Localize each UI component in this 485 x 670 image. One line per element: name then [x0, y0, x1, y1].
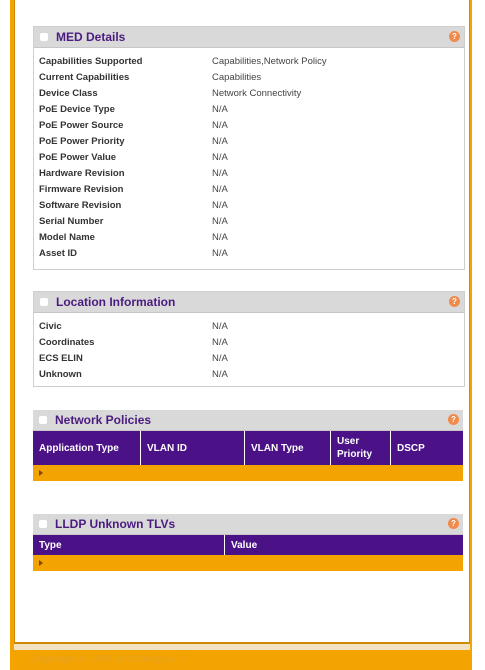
- kv-value: N/A: [212, 353, 228, 364]
- lldp-unknown-table-header: Type Value: [33, 535, 463, 555]
- kv-row: Civic N/A: [34, 319, 464, 335]
- help-icon[interactable]: ?: [449, 296, 460, 307]
- kv-row: ECS ELIN N/A: [34, 351, 464, 367]
- table-row-expand[interactable]: [33, 465, 463, 481]
- lldp-unknown-tlvs-section: LLDP Unknown TLVs ? Type Value: [33, 514, 463, 576]
- kv-label: PoE Power Priority: [39, 136, 125, 147]
- kv-row: Capabilities Supported Capabilities,Netwo…: [34, 54, 464, 70]
- column-header-user-priority[interactable]: User Priority: [331, 431, 391, 465]
- copyright-text: Copyright © 1996-2010 Netgear ®: [30, 654, 189, 665]
- column-header-value[interactable]: Value: [225, 535, 463, 555]
- expand-arrow-icon[interactable]: [39, 470, 43, 476]
- kv-row: Current Capabilities Capabilities: [34, 70, 464, 86]
- kv-value: N/A: [212, 248, 228, 259]
- kv-value: N/A: [212, 104, 228, 115]
- kv-value: N/A: [212, 136, 228, 147]
- help-icon[interactable]: ?: [448, 414, 459, 425]
- network-policies-table-header: Application Type VLAN ID VLAN Type User …: [33, 431, 463, 465]
- med-details-title: MED Details: [56, 30, 126, 44]
- kv-label: ECS ELIN: [39, 353, 83, 364]
- expand-arrow-icon[interactable]: [39, 560, 43, 566]
- column-header-dscp[interactable]: DSCP: [391, 431, 463, 465]
- kv-label: Hardware Revision: [39, 168, 125, 179]
- kv-row: Asset ID N/A: [34, 246, 464, 262]
- section-bullet-icon: [39, 416, 47, 424]
- kv-value: N/A: [212, 184, 228, 195]
- kv-label: Firmware Revision: [39, 184, 124, 195]
- kv-value: N/A: [212, 321, 228, 332]
- kv-value: Network Connectivity: [212, 88, 302, 99]
- column-header-vlan-id[interactable]: VLAN ID: [141, 431, 245, 465]
- kv-row: Model Name N/A: [34, 230, 464, 246]
- kv-value: Capabilities: [212, 72, 262, 83]
- lldp-unknown-tlvs-title: LLDP Unknown TLVs: [55, 517, 176, 531]
- kv-value: N/A: [212, 337, 228, 348]
- column-header-type[interactable]: Type: [33, 535, 225, 555]
- kv-label: PoE Power Value: [39, 152, 117, 163]
- kv-label: Civic: [39, 321, 62, 332]
- kv-row: Hardware Revision N/A: [34, 166, 464, 182]
- kv-label: Asset ID: [39, 248, 78, 259]
- kv-row: Firmware Revision N/A: [34, 182, 464, 198]
- kv-value: N/A: [212, 120, 228, 131]
- panel-bottom-bar: [14, 644, 470, 650]
- kv-row: PoE Power Source N/A: [34, 118, 464, 134]
- location-info-header: Location Information ?: [34, 292, 464, 313]
- kv-row: Unknown N/A: [34, 367, 464, 383]
- column-header-application-type[interactable]: Application Type: [33, 431, 141, 465]
- kv-label: Model Name: [39, 232, 95, 243]
- kv-label: Software Revision: [39, 200, 122, 211]
- network-policies-section: Network Policies ? Application Type VLAN…: [33, 410, 463, 490]
- kv-label: Coordinates: [39, 337, 95, 348]
- network-policies-header: Network Policies ?: [33, 410, 463, 431]
- kv-value: N/A: [212, 369, 228, 380]
- kv-value: Capabilities,Network Policy: [212, 56, 327, 67]
- kv-row: PoE Power Value N/A: [34, 150, 464, 166]
- med-details-section: MED Details ? Capabilities Supported Capa…: [33, 26, 465, 270]
- kv-label: Unknown: [39, 369, 82, 380]
- med-details-header: MED Details ?: [34, 27, 464, 48]
- kv-value: N/A: [212, 216, 228, 227]
- med-details-list: Capabilities Supported Capabilities,Netwo…: [34, 48, 464, 262]
- kv-label: Capabilities Supported: [39, 56, 143, 67]
- table-row-expand[interactable]: [33, 555, 463, 571]
- column-header-vlan-type[interactable]: VLAN Type: [245, 431, 331, 465]
- kv-label: Device Class: [39, 88, 98, 99]
- kv-row: Device Class Network Connectivity: [34, 86, 464, 102]
- kv-label: Current Capabilities: [39, 72, 130, 83]
- help-icon[interactable]: ?: [448, 518, 459, 529]
- kv-label: Serial Number: [39, 216, 104, 227]
- help-icon[interactable]: ?: [449, 31, 460, 42]
- kv-value: N/A: [212, 200, 228, 211]
- kv-value: N/A: [212, 168, 228, 179]
- kv-row: PoE Device Type N/A: [34, 102, 464, 118]
- section-bullet-icon: [39, 520, 47, 528]
- kv-row: Serial Number N/A: [34, 214, 464, 230]
- kv-row: Coordinates N/A: [34, 335, 464, 351]
- kv-label: PoE Device Type: [39, 104, 115, 115]
- section-bullet-icon: [40, 33, 48, 41]
- network-policies-title: Network Policies: [55, 413, 152, 427]
- kv-row: PoE Power Priority N/A: [34, 134, 464, 150]
- section-bullet-icon: [40, 298, 48, 306]
- kv-row: Software Revision N/A: [34, 198, 464, 214]
- kv-label: PoE Power Source: [39, 120, 124, 131]
- kv-value: N/A: [212, 232, 228, 243]
- location-info-section: Location Information ? Civic N/A Coordina…: [33, 291, 465, 387]
- location-info-title: Location Information: [56, 295, 176, 309]
- location-info-list: Civic N/A Coordinates N/A ECS ELIN N/A Unkn…: [34, 313, 464, 383]
- lldp-unknown-tlvs-header: LLDP Unknown TLVs ?: [33, 514, 463, 535]
- kv-value: N/A: [212, 152, 228, 163]
